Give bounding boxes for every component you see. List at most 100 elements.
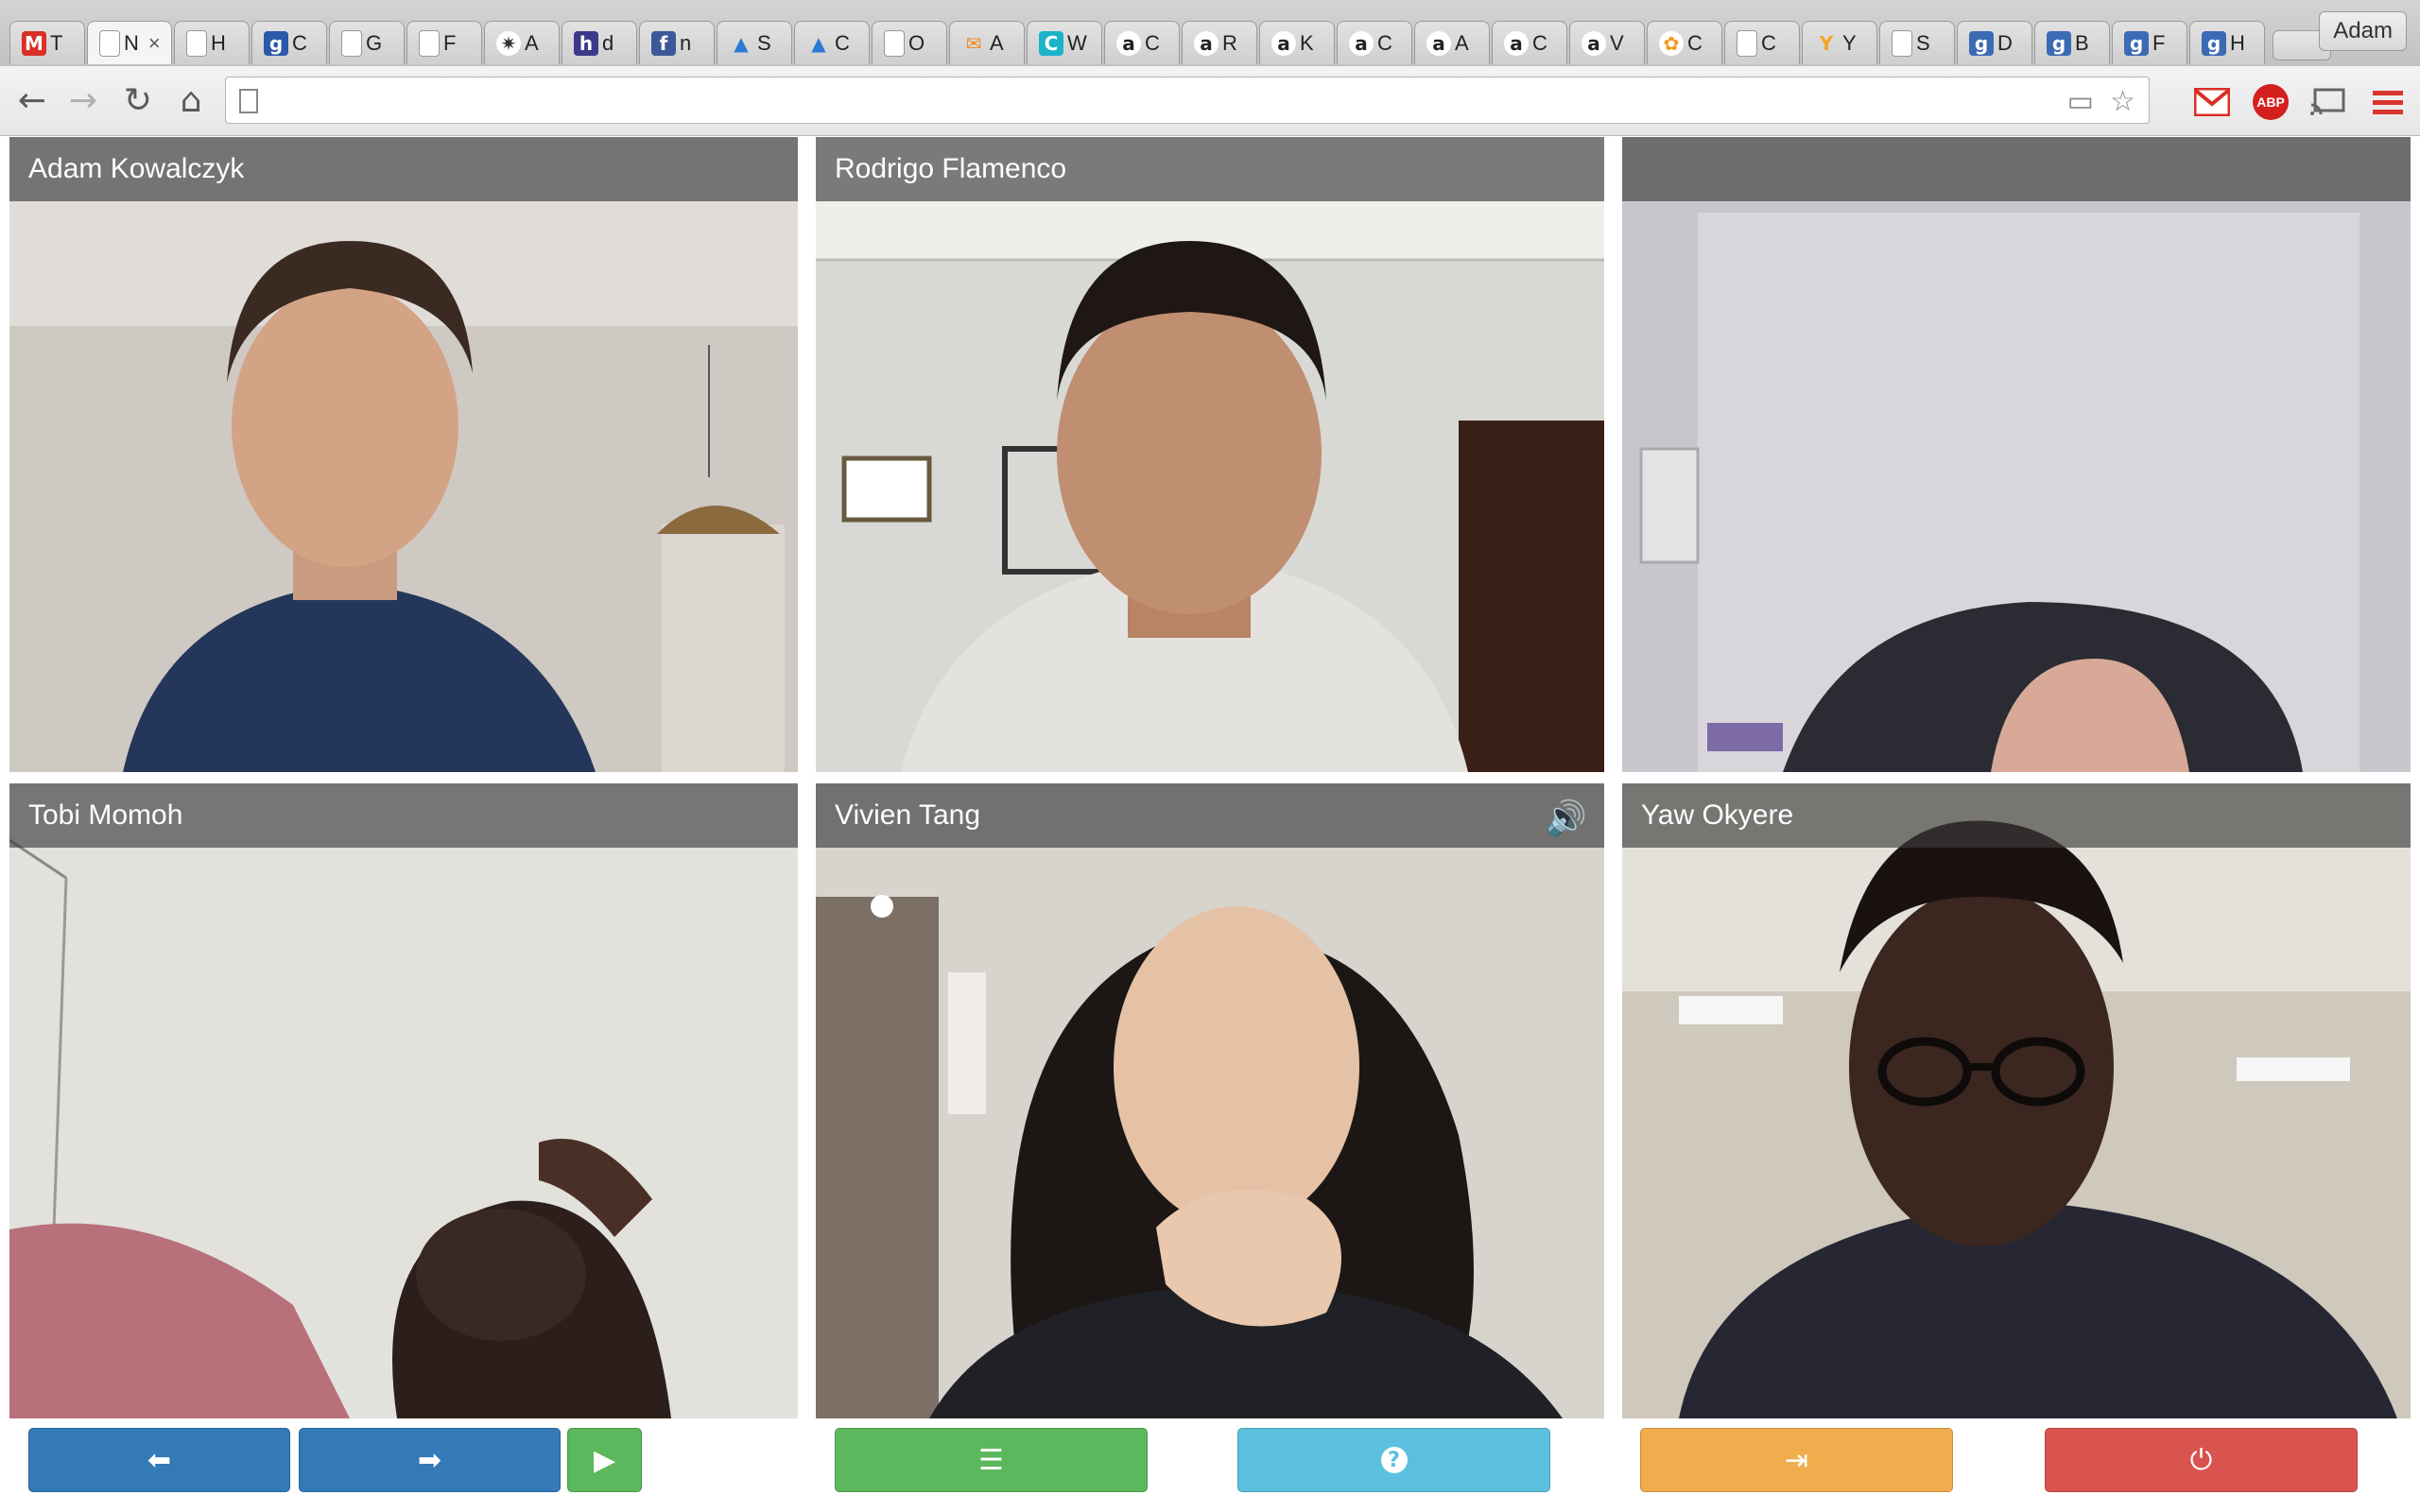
browser-toolbar: ← → ↻ ⌂ ▭ ☆ ABP <box>0 66 2420 136</box>
gmail-icon: M <box>22 30 46 56</box>
home-icon[interactable]: ⌂ <box>170 79 212 121</box>
tab-title: C <box>1377 30 1392 55</box>
triangle-icon: ▲ <box>811 31 826 55</box>
tab-title: C <box>1687 30 1703 55</box>
browser-tab[interactable]: ▲ S <box>717 21 792 64</box>
browser-tab[interactable]: aR <box>1182 21 1257 64</box>
browser-tab[interactable]: G <box>329 21 405 64</box>
list-icon: ☰ <box>978 1443 1004 1477</box>
address-bar[interactable]: ▭ ☆ <box>225 77 2150 124</box>
goodreads-icon: g <box>1969 30 1994 56</box>
facebook-icon: f <box>651 30 676 56</box>
play-button[interactable]: ▶ <box>567 1428 642 1492</box>
amazon-icon: a <box>1116 30 1141 56</box>
tab-title: C <box>292 30 307 55</box>
cast-icon[interactable] <box>2308 83 2346 121</box>
adblock-icon[interactable]: ABP <box>2252 83 2290 121</box>
browser-tab[interactable]: ▲ C <box>794 21 870 64</box>
speaker-volume-icon: 🔊 <box>1545 799 1587 838</box>
webcam-video <box>1622 783 2411 1418</box>
tab-title: n <box>680 30 692 55</box>
tab-close-icon[interactable]: × <box>148 31 161 56</box>
document-icon <box>419 29 440 57</box>
video-tile-5-active-speaker[interactable]: Vivien Tang 🔊 <box>816 783 1604 1418</box>
triangle-icon: ▲ <box>734 31 749 55</box>
tab-title: W <box>1067 30 1087 55</box>
browser-tab[interactable]: gD <box>1957 21 2032 64</box>
tab-title: F <box>2152 30 2166 55</box>
browser-tab[interactable]: gF <box>2112 21 2187 64</box>
video-tile-6[interactable]: Yaw Okyere <box>1622 783 2411 1418</box>
help-icon: ? <box>1380 1447 1408 1473</box>
camera-icon[interactable]: ▭ <box>2067 85 2094 118</box>
participant-name: Tobi Momoh <box>9 783 798 848</box>
back-icon[interactable]: ← <box>11 79 53 121</box>
goodreads-icon: g <box>2047 30 2071 56</box>
reload-icon[interactable]: ↻ <box>117 79 159 121</box>
video-tile-4[interactable]: Tobi Momoh <box>9 783 798 1418</box>
profile-button[interactable]: Adam <box>2319 11 2407 51</box>
next-button[interactable]: ➡ <box>299 1428 561 1492</box>
bookmark-star-icon[interactable]: ☆ <box>2110 85 2135 118</box>
power-button[interactable]: ⏻ <box>2045 1428 2358 1492</box>
browser-tab[interactable]: S <box>1879 21 1955 64</box>
puzzle-icon: ✿ <box>1659 30 1684 56</box>
document-icon <box>1892 29 1912 57</box>
arrow-right-icon: ➡ <box>417 1443 442 1477</box>
browser-tab[interactable]: gB <box>2034 21 2110 64</box>
star-burst-icon: ✷ <box>496 30 521 56</box>
browser-tab[interactable]: CW <box>1027 21 1102 64</box>
tab-title: F <box>443 30 457 55</box>
gmail-extension-icon[interactable] <box>2193 83 2231 121</box>
browser-tab[interactable]: F <box>406 21 482 64</box>
address-input[interactable] <box>273 83 2073 119</box>
browser-tab[interactable]: aC <box>1492 21 1567 64</box>
browser-tab[interactable]: fn <box>639 21 715 64</box>
amazon-icon: a <box>1271 30 1296 56</box>
browser-tab[interactable]: aV <box>1569 21 1645 64</box>
c-logo-icon: C <box>1039 30 1063 56</box>
video-tile-3[interactable] <box>1622 137 2411 772</box>
browser-tab[interactable]: gH <box>2189 21 2265 64</box>
webcam-video <box>816 137 1604 772</box>
browser-tab[interactable]: gC <box>251 21 327 64</box>
browser-tab[interactable]: ✷ A <box>484 21 560 64</box>
video-tile-1[interactable]: Adam Kowalczyk <box>9 137 798 772</box>
arrow-left-icon: ⬅ <box>147 1443 172 1477</box>
browser-tab[interactable]: N × <box>87 21 172 64</box>
browser-tab[interactable]: MT <box>9 21 85 64</box>
play-icon: ▶ <box>593 1443 616 1477</box>
browser-tab[interactable]: H <box>174 21 250 64</box>
browser-tab[interactable]: ✿ C <box>1647 21 1722 64</box>
tab-title: G <box>366 30 383 55</box>
power-icon: ⏻ <box>2189 1443 2213 1477</box>
goodreads-icon: g <box>2124 30 2149 56</box>
list-button[interactable]: ☰ <box>835 1428 1148 1492</box>
browser-tab[interactable]: O <box>872 21 947 64</box>
browser-tab[interactable]: YY <box>1802 21 1877 64</box>
webcam-video <box>9 137 798 772</box>
browser-tab[interactable]: ✉ A <box>949 21 1025 64</box>
browser-tab[interactable]: C <box>1724 21 1800 64</box>
help-button[interactable]: ? <box>1237 1428 1550 1492</box>
forward-icon[interactable]: → <box>62 79 104 121</box>
browser-tab[interactable]: hd <box>562 21 637 64</box>
amazon-icon: a <box>1582 30 1606 56</box>
menu-icon[interactable] <box>2369 83 2407 121</box>
browser-tab[interactable]: aK <box>1259 21 1335 64</box>
g-logo-icon: g <box>264 30 288 56</box>
previous-button[interactable]: ⬅ <box>28 1428 290 1492</box>
participant-name: Rodrigo Flamenco <box>816 137 1604 201</box>
tab-title: Y <box>1842 30 1857 55</box>
h-logo-icon: h <box>574 30 598 56</box>
browser-tab[interactable]: aA <box>1414 21 1490 64</box>
amazon-icon: a <box>1349 30 1374 56</box>
browser-tab[interactable]: aC <box>1337 21 1412 64</box>
tab-title: H <box>2230 30 2245 55</box>
tab-title: S <box>1916 30 1930 55</box>
browser-tab[interactable]: aC <box>1104 21 1180 64</box>
envelope-icon: ✉ <box>965 31 982 55</box>
tab-title: d <box>602 30 614 55</box>
video-tile-2[interactable]: Rodrigo Flamenco <box>816 137 1604 772</box>
leave-button[interactable]: ⇥ <box>1640 1428 1953 1492</box>
